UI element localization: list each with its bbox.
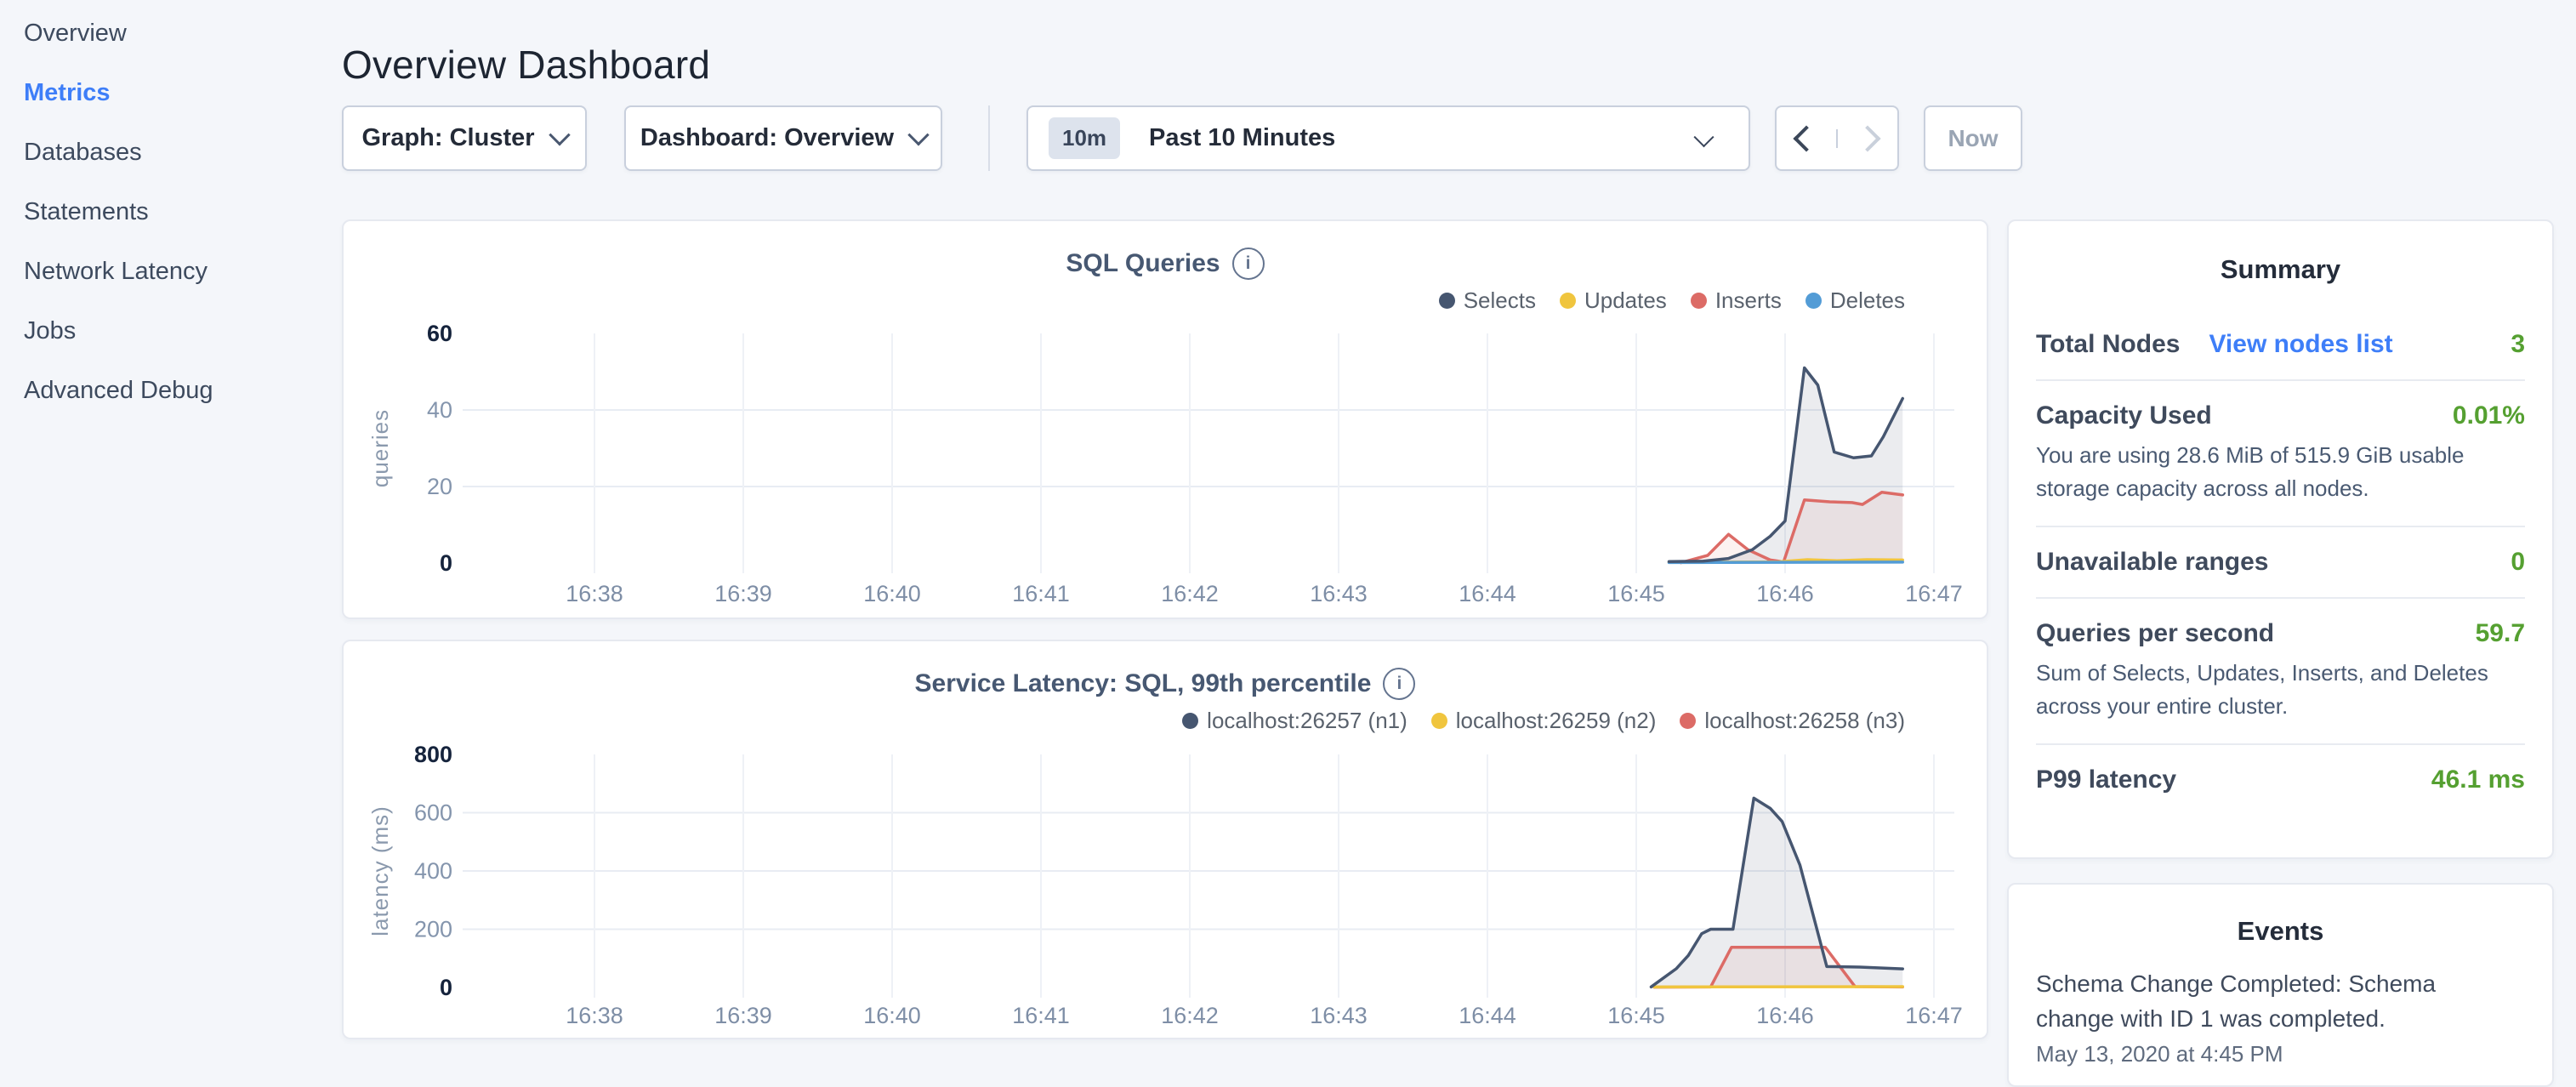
service-latency-chart-card: Service Latency: SQL, 99th percentile i … (342, 640, 1988, 1039)
graph-scope-dropdown-label: Graph: Cluster (361, 124, 534, 152)
svg-text:600: 600 (414, 800, 452, 826)
svg-text:latency (ms): latency (ms) (367, 805, 393, 936)
svg-text:16:38: 16:38 (566, 581, 623, 606)
summary-label: Capacity Used (2036, 401, 2212, 430)
svg-text:16:42: 16:42 (1161, 1003, 1219, 1028)
dashboard-dropdown-label: Dashboard: Overview (640, 124, 894, 152)
time-range-badge: 10m (1049, 117, 1120, 159)
svg-text:400: 400 (414, 858, 452, 884)
now-button-label: Now (1948, 125, 1998, 152)
time-forward-button[interactable] (1836, 129, 1897, 148)
summary-note: You are using 28.6 MiB of 515.9 GiB usab… (2036, 439, 2525, 505)
svg-text:16:40: 16:40 (863, 581, 921, 606)
svg-text:16:45: 16:45 (1607, 581, 1665, 606)
summary-value: 0.01% (2453, 401, 2525, 430)
sidebar: Overview Metrics Databases Statements Ne… (24, 3, 330, 420)
svg-text:16:39: 16:39 (714, 581, 772, 606)
events-panel: Events Schema Change Completed: Schema c… (2007, 883, 2554, 1087)
summary-row-capacity: Capacity Used 0.01% (2036, 401, 2525, 430)
page-title: Overview Dashboard (342, 42, 710, 88)
sql-queries-chart-card: SQL Queries i SelectsUpdatesInsertsDelet… (342, 219, 1988, 619)
summary-panel: Summary Total Nodes View nodes list 3 Ca… (2007, 219, 2554, 859)
chevron-left-icon (1793, 125, 1819, 151)
event-item[interactable]: Schema Change Completed: Schema change w… (2036, 966, 2461, 1036)
sidebar-item-statements[interactable]: Statements (24, 182, 330, 242)
time-step-buttons (1775, 105, 1899, 171)
summary-label: P99 latency (2036, 765, 2176, 794)
service-latency-chart-plot[interactable]: 16:38 16:39 16:40 16:41 16:42 16:43 16:44 16:45… (344, 641, 1990, 1038)
events-title: Events (2036, 915, 2525, 948)
sidebar-item-overview[interactable]: Overview (24, 3, 330, 63)
divider (2036, 379, 2525, 381)
graph-scope-dropdown[interactable]: Graph: Cluster (342, 105, 587, 171)
svg-text:16:46: 16:46 (1756, 1003, 1814, 1028)
summary-row-total-nodes: Total Nodes View nodes list 3 (2036, 330, 2525, 359)
svg-text:60: 60 (427, 321, 452, 346)
summary-note: Sum of Selects, Updates, Inserts, and De… (2036, 657, 2525, 723)
summary-value: 3 (2511, 330, 2525, 359)
svg-text:16:43: 16:43 (1310, 581, 1368, 606)
svg-text:16:42: 16:42 (1161, 581, 1219, 606)
svg-text:40: 40 (427, 397, 452, 423)
divider (2036, 743, 2525, 745)
summary-label: Queries per second (2036, 619, 2274, 648)
chevron-down-icon (549, 124, 570, 145)
svg-text:16:47: 16:47 (1905, 581, 1963, 606)
sidebar-item-metrics[interactable]: Metrics (24, 63, 330, 122)
svg-text:16:38: 16:38 (566, 1003, 623, 1028)
summary-label: Unavailable ranges (2036, 548, 2268, 577)
divider (2036, 597, 2525, 599)
sidebar-item-databases[interactable]: Databases (24, 122, 330, 182)
svg-text:20: 20 (427, 474, 452, 499)
summary-value: 46.1 ms (2431, 765, 2525, 794)
sidebar-item-jobs[interactable]: Jobs (24, 301, 330, 361)
toolbar: Graph: Cluster Dashboard: Overview 10m P… (342, 105, 2022, 171)
chevron-right-icon (1854, 125, 1880, 151)
sidebar-item-network-latency[interactable]: Network Latency (24, 242, 330, 301)
svg-text:16:46: 16:46 (1756, 581, 1814, 606)
svg-text:16:44: 16:44 (1459, 1003, 1516, 1028)
svg-text:16:43: 16:43 (1310, 1003, 1368, 1028)
svg-text:200: 200 (414, 917, 452, 942)
chevron-down-icon (907, 124, 929, 145)
svg-text:16:41: 16:41 (1012, 581, 1070, 606)
summary-row-qps: Queries per second 59.7 (2036, 619, 2525, 648)
chevron-down-icon (1693, 127, 1714, 147)
svg-text:16:45: 16:45 (1607, 1003, 1665, 1028)
summary-value: 59.7 (2476, 619, 2525, 648)
sql-queries-chart-plot[interactable]: 16:38 16:39 16:40 16:41 16:42 16:43 16:44 16:45… (344, 221, 1990, 617)
sidebar-item-advanced-debug[interactable]: Advanced Debug (24, 361, 330, 420)
time-range-dropdown[interactable]: 10m Past 10 Minutes (1026, 105, 1750, 171)
toolbar-divider (988, 105, 990, 171)
summary-value: 0 (2511, 548, 2525, 577)
now-button[interactable]: Now (1924, 105, 2022, 171)
summary-row-unavailable-ranges: Unavailable ranges 0 (2036, 548, 2525, 577)
summary-row-p99-latency: P99 latency 46.1 ms (2036, 765, 2525, 794)
view-nodes-list-link[interactable]: View nodes list (2209, 330, 2392, 359)
svg-text:800: 800 (414, 742, 452, 767)
svg-text:16:47: 16:47 (1905, 1003, 1963, 1028)
time-range-label: Past 10 Minutes (1149, 124, 1335, 152)
summary-label: Total Nodes (2036, 330, 2180, 359)
event-timestamp: May 13, 2020 at 4:45 PM (2036, 1041, 2525, 1067)
svg-text:16:41: 16:41 (1012, 1003, 1070, 1028)
svg-text:16:39: 16:39 (714, 1003, 772, 1028)
svg-text:0: 0 (440, 975, 452, 1000)
svg-text:0: 0 (440, 550, 452, 576)
time-back-button[interactable] (1777, 129, 1836, 148)
summary-title: Summary (2036, 253, 2525, 286)
svg-text:16:40: 16:40 (863, 1003, 921, 1028)
svg-text:queries: queries (367, 409, 393, 487)
divider (2036, 526, 2525, 527)
dashboard-dropdown[interactable]: Dashboard: Overview (624, 105, 942, 171)
svg-text:16:44: 16:44 (1459, 581, 1516, 606)
